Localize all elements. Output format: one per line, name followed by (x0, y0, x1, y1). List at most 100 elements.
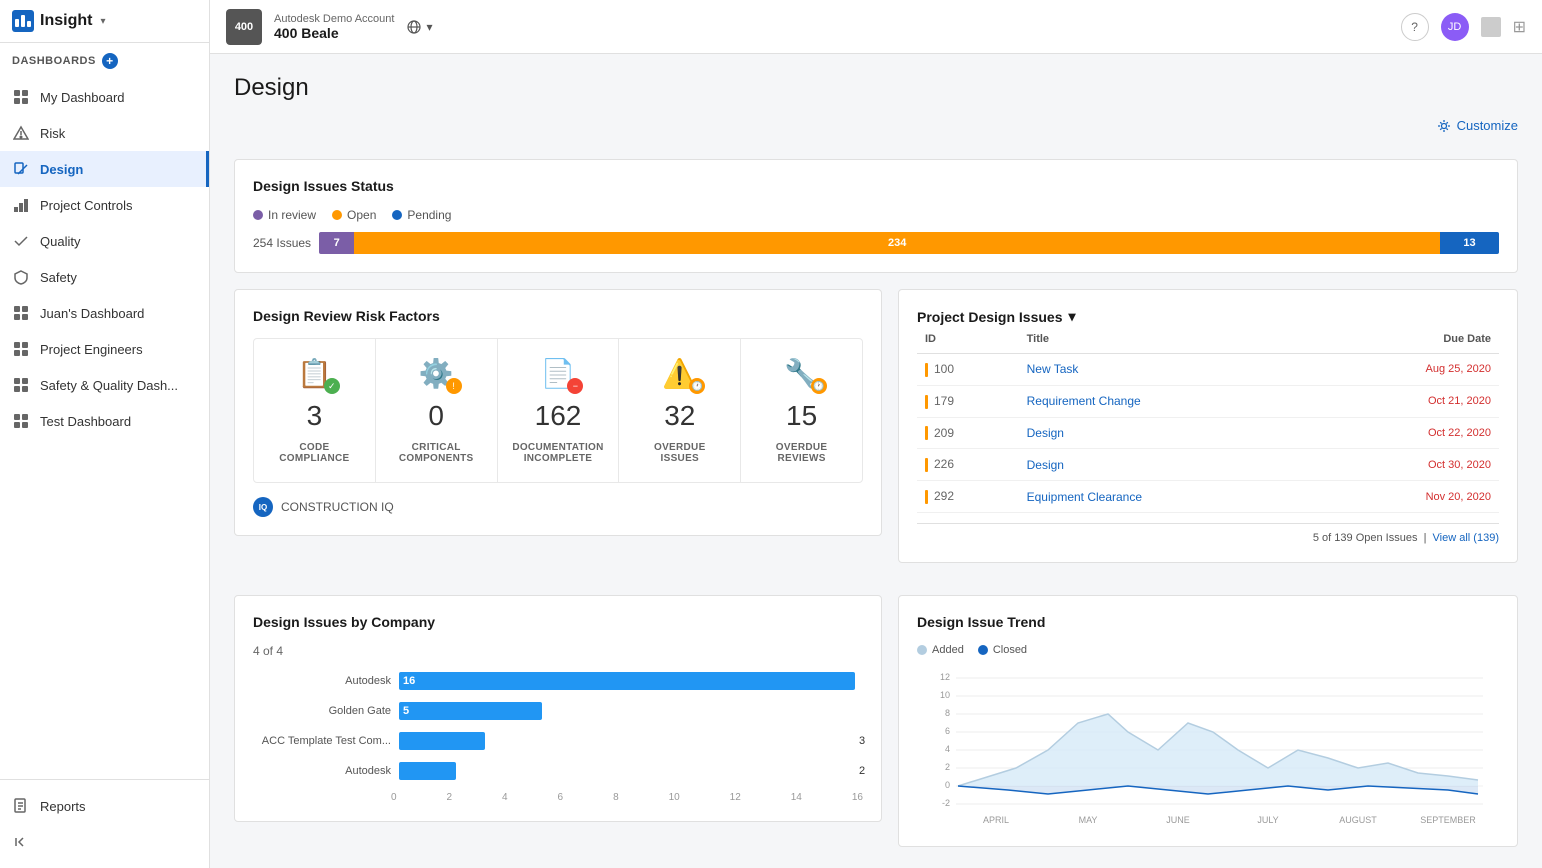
project-design-issues-title[interactable]: Project Design Issues ▾ (917, 308, 1499, 325)
pending-dot (392, 210, 402, 220)
customize-label: Customize (1457, 118, 1518, 133)
open-bar: 234 (354, 232, 1440, 254)
critical-components-icon-area: ⚙️ ! (419, 357, 454, 390)
sidebar-item-reports[interactable]: Reports (0, 788, 209, 824)
critical-components-label: CRITICALCOMPONENTS (399, 442, 474, 464)
svg-text:6: 6 (945, 726, 950, 736)
pdi-dropdown-icon: ▾ (1069, 308, 1076, 325)
x-tick: 12 (730, 792, 741, 803)
sidebar-item-quality[interactable]: Quality (0, 223, 209, 259)
sidebar-item-juans-dashboard[interactable]: Juan's Dashboard (0, 295, 209, 331)
logo-icon (12, 10, 34, 32)
issue-title[interactable]: Equipment Clearance (1019, 481, 1316, 513)
company-name: Golden Gate (261, 705, 391, 717)
app-title: Insight (40, 12, 92, 30)
bar-value-outside: 3 (859, 735, 865, 747)
issue-title[interactable]: New Task (1019, 354, 1316, 386)
svg-text:-2: -2 (942, 798, 950, 808)
grid-icon3 (12, 340, 30, 358)
open-dot (332, 210, 342, 220)
sidebar: Insight ▾ DASHBOARDS + My Dashboard Risk… (0, 0, 210, 868)
overdue-issues-number: 32 (664, 400, 695, 432)
bar-fill (399, 762, 456, 780)
company-name: Autodesk (261, 675, 391, 687)
topbar-left: 400 Autodesk Demo Account 400 Beale ▾ (226, 9, 433, 45)
company-bar-row: Golden Gate 5 (261, 702, 855, 720)
risk-factor-overdue-reviews: 🔧 🕐 15 OVERDUEREVIEWS (741, 339, 862, 482)
sidebar-item-label: Test Dashboard (40, 414, 131, 429)
row-indicator (925, 490, 928, 504)
topbar-right: ? JD ⊞ (1401, 13, 1526, 41)
add-dashboard-button[interactable]: + (102, 53, 118, 69)
language-selector[interactable]: ▾ (406, 19, 432, 35)
table-row: 179 Requirement Change Oct 21, 2020 (917, 385, 1499, 417)
issues-bar: 7 234 13 (319, 232, 1499, 254)
issue-due-date: Nov 20, 2020 (1315, 481, 1499, 513)
sidebar-item-risk[interactable]: Risk (0, 115, 209, 151)
issue-id: 292 (917, 481, 1019, 513)
issue-title[interactable]: Design (1019, 417, 1316, 449)
view-all-link[interactable]: View all (139) (1433, 532, 1499, 544)
design-icon (12, 160, 30, 178)
issue-title[interactable]: Requirement Change (1019, 385, 1316, 417)
sidebar-item-label: Safety (40, 270, 77, 285)
documentation-number: 162 (535, 400, 582, 432)
issue-id: 100 (917, 354, 1019, 386)
sidebar-item-design[interactable]: Design (0, 151, 209, 187)
issue-id: 209 (917, 417, 1019, 449)
legend-in-review: In review (253, 208, 316, 222)
sidebar-item-label: Quality (40, 234, 80, 249)
code-compliance-icon-area: 📋 ✓ (297, 357, 332, 390)
closed-dot (978, 645, 988, 655)
documentation-badge: − (567, 378, 583, 394)
notification-button[interactable] (1481, 17, 1501, 37)
overdue-issues-badge: 🕐 (689, 378, 705, 394)
risk-factor-overdue-issues: ⚠️ 🕐 32 OVERDUEISSUES (619, 339, 741, 482)
trend-chart-area: 12 10 8 6 4 2 0 -2 (917, 668, 1499, 828)
added-label: Added (932, 644, 964, 656)
x-tick: 6 (558, 792, 564, 803)
user-avatar[interactable]: JD (1441, 13, 1469, 41)
sidebar-item-safety-quality[interactable]: Safety & Quality Dash... (0, 367, 209, 403)
sidebar-item-my-dashboard[interactable]: My Dashboard (0, 79, 209, 115)
sidebar-item-project-engineers[interactable]: Project Engineers (0, 331, 209, 367)
customize-button[interactable]: Customize (1437, 118, 1518, 133)
company-bar-row: Autodesk 2 (261, 762, 855, 780)
dropdown-arrow[interactable]: ▾ (100, 16, 105, 27)
company-name: Autodesk (261, 765, 391, 777)
bar-fill: 16 (399, 672, 855, 690)
legend-open: Open (332, 208, 376, 222)
sidebar-item-project-controls[interactable]: Project Controls (0, 187, 209, 223)
safety-icon (12, 268, 30, 286)
help-button[interactable]: ? (1401, 13, 1429, 41)
x-tick: 14 (791, 792, 802, 803)
chevron-down-icon: ▾ (426, 20, 432, 34)
sidebar-item-label: Reports (40, 799, 86, 814)
issue-title[interactable]: Design (1019, 449, 1316, 481)
risk-factors-title: Design Review Risk Factors (253, 308, 863, 324)
sidebar-item-label: Project Controls (40, 198, 132, 213)
critical-components-number: 0 (428, 400, 444, 432)
dashboards-label: DASHBOARDS (12, 55, 96, 67)
two-col-row: Design Review Risk Factors 📋 ✓ 3 CODECOM… (234, 289, 1518, 579)
company-bar-row: Autodesk 16 (261, 672, 855, 690)
project-design-issues-card: Project Design Issues ▾ ID Title Due Dat… (898, 289, 1518, 563)
svg-text:8: 8 (945, 708, 950, 718)
trend-legend: Added Closed (917, 644, 1499, 656)
bar-wrap: 5 (399, 702, 855, 720)
reports-icon (12, 797, 30, 815)
sidebar-item-safety[interactable]: Safety (0, 259, 209, 295)
issue-id: 226 (917, 449, 1019, 481)
expand-icon[interactable]: ⊞ (1513, 17, 1526, 37)
x-tick: 0 (391, 792, 397, 803)
company-chart-col: Design Issues by Company 4 of 4 Autodesk… (234, 595, 882, 863)
bar-fill: 5 (399, 702, 542, 720)
sidebar-item-label: Risk (40, 126, 65, 141)
sidebar-item-test-dashboard[interactable]: Test Dashboard (0, 403, 209, 439)
in-review-dot (253, 210, 263, 220)
x-tick: 16 (852, 792, 863, 803)
issues-bar-row: 254 Issues 7 234 13 (253, 232, 1499, 254)
project-design-issues-col: Project Design Issues ▾ ID Title Due Dat… (898, 289, 1518, 579)
in-review-bar: 7 (319, 232, 354, 254)
sidebar-collapse-button[interactable] (0, 824, 209, 860)
